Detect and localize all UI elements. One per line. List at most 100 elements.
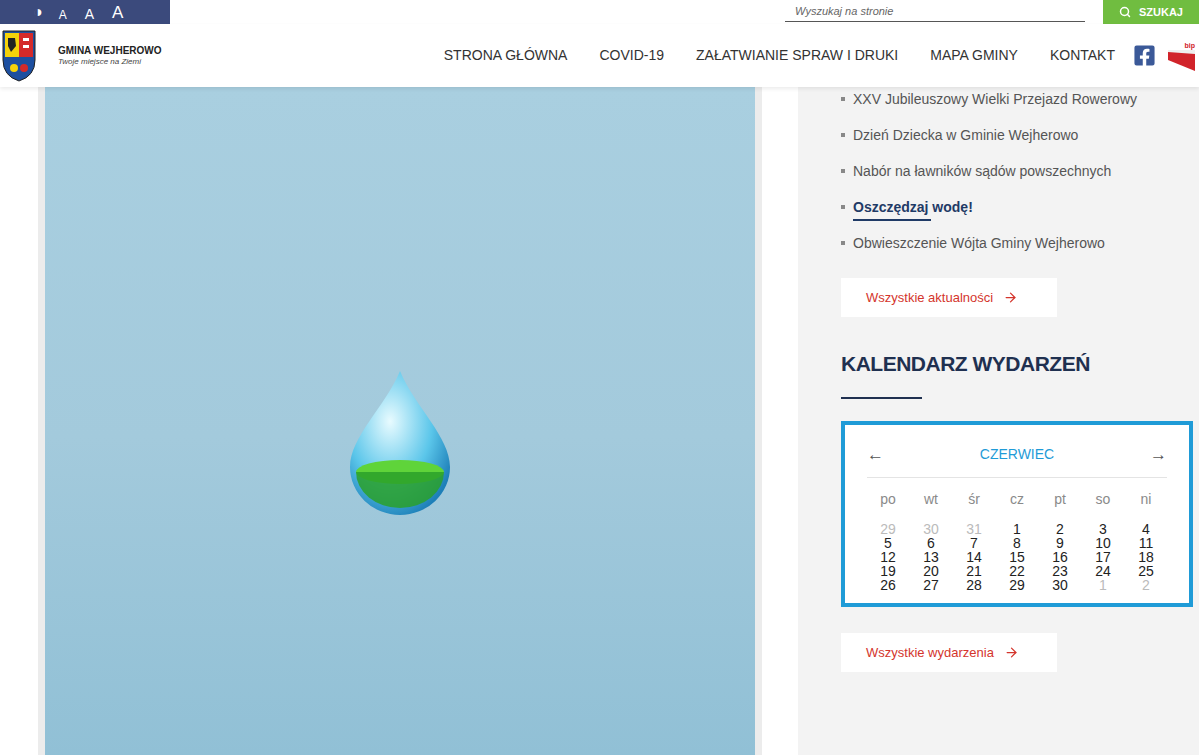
page: ◑AAAWyszukaj na stronieSZUKAJGMINA WEJHE… (0, 0, 1199, 755)
calendar-day[interactable]: 20 (910, 564, 953, 578)
water-drop-icon (345, 367, 455, 517)
nav-item[interactable]: MAPA GMINY (930, 45, 1018, 66)
calendar-day[interactable]: 30 (910, 522, 953, 536)
calendar-day[interactable]: 5 (867, 536, 910, 550)
weekday: pt (1039, 491, 1082, 507)
weekday: śr (953, 491, 996, 507)
calendar-day[interactable]: 28 (953, 578, 996, 592)
font-size-button[interactable]: A (85, 7, 94, 21)
top-bar: ◑ A A A Wyszukaj na stronie SZUKAJ (0, 0, 1199, 24)
weekday: po (867, 491, 910, 507)
calendar-day[interactable]: 1 (996, 522, 1039, 536)
calendar-day[interactable]: 18 (1125, 550, 1168, 564)
calendar-day[interactable]: 8 (996, 536, 1039, 550)
calendar-day[interactable]: 10 (1082, 536, 1125, 550)
arrow-right-icon (1003, 290, 1018, 305)
arrow-right-icon (1004, 645, 1019, 660)
calendar-day[interactable]: 30 (1039, 578, 1082, 592)
calendar-day[interactable]: 4 (1125, 522, 1168, 536)
news-item[interactable]: Oszczędzaj wodę! (841, 189, 1193, 225)
calendar-day[interactable]: 7 (953, 536, 996, 550)
nav-item[interactable]: STRONA GŁÓWNA (444, 45, 568, 66)
calendar-day[interactable]: 1 (1082, 578, 1125, 592)
header: GMINA WEJHEROWOTwoje miejsce na Ziemi STR… (0, 24, 1199, 87)
crest-icon (2, 30, 36, 82)
news-item[interactable]: Obwieszczenie Wójta Gminy Wejherowo (841, 225, 1193, 261)
content: XXV Jubileuszowy Wielki Przejazd Rowerow… (0, 87, 1199, 755)
main-nav: STRONA GŁÓWNA COVID-19 ZAŁATWIANIE SPRAW I… (444, 45, 1115, 66)
search-button[interactable]: SZUKAJ (1103, 0, 1199, 24)
sidebar: XXV Jubileuszowy Wielki Przejazd Rowerow… (798, 87, 1199, 755)
active-underline (853, 219, 931, 221)
calendar-day[interactable]: 16 (1039, 550, 1082, 564)
calendar: ←CZERWIEC→powtśrczptsoni2930311234567891… (841, 421, 1193, 607)
weekday: wt (910, 491, 953, 507)
calendar-day[interactable]: 12 (867, 550, 910, 564)
week-row: 2930311234 (867, 522, 1168, 536)
weekday: so (1082, 491, 1125, 507)
logo[interactable]: GMINA WEJHEROWOTwoje miejsce na Ziemi (0, 30, 162, 82)
facebook-icon[interactable] (1133, 44, 1156, 67)
calendar-separator (867, 477, 1167, 478)
logo-subtitle: Twoje miejsce na Ziemi (58, 57, 162, 67)
calendar-day[interactable]: 26 (867, 578, 910, 592)
next-month-button[interactable]: → (1150, 446, 1167, 463)
week-row: 567891011 (867, 536, 1168, 550)
bullet-icon (841, 241, 845, 245)
main-column (0, 87, 798, 755)
calendar-day[interactable]: 25 (1125, 564, 1168, 578)
prev-month-button[interactable]: ← (867, 446, 884, 463)
calendar-day[interactable]: 2 (1125, 578, 1168, 592)
calendar-grid: powtśrczptsoni29303112345678910111213141… (867, 491, 1168, 592)
font-size-group: AAA (59, 4, 124, 21)
news-item[interactable]: Dzień Dziecka w Gminie Wejherowo (841, 117, 1193, 153)
calendar-day[interactable]: 2 (1039, 522, 1082, 536)
news-list: XXV Jubileuszowy Wielki Przejazd Rowerow… (841, 81, 1193, 261)
weekday: cz (996, 491, 1039, 507)
calendar-header: ←CZERWIEC→ (845, 443, 1189, 465)
calendar-day[interactable]: 22 (996, 564, 1039, 578)
accessibility-bar: ◑ A A A (0, 0, 170, 24)
news-item[interactable]: Nabór na ławników sądów powszechnych (841, 153, 1193, 189)
bullet-icon (841, 169, 845, 173)
nav-item[interactable]: KONTAKT (1050, 45, 1115, 66)
search-icon (1119, 6, 1131, 18)
calendar-day[interactable]: 29 (867, 522, 910, 536)
logo-title: GMINA WEJHEROWO (58, 44, 162, 57)
calendar-day[interactable]: 24 (1082, 564, 1125, 578)
bullet-icon (841, 205, 845, 209)
calendar-day[interactable]: 17 (1082, 550, 1125, 564)
calendar-heading: KALENDARZ WYDARZEŃ (841, 351, 1193, 377)
bip-flag-icon (1168, 50, 1195, 71)
calendar-day[interactable]: 15 (996, 550, 1039, 564)
bip-icon[interactable]: bip (1168, 41, 1195, 71)
calendar-day[interactable]: 29 (996, 578, 1039, 592)
calendar-day[interactable]: 27 (910, 578, 953, 592)
calendar-day[interactable]: 9 (1039, 536, 1082, 550)
contrast-button[interactable]: ◑ (33, 4, 43, 20)
calendar-day[interactable]: 3 (1082, 522, 1125, 536)
calendar-day[interactable]: 31 (953, 522, 996, 536)
nav-item[interactable]: ZAŁATWIANIE SPRAW I DRUKI (696, 45, 898, 66)
calendar-day[interactable]: 14 (953, 550, 996, 564)
article-image-frame (38, 87, 762, 755)
weekday-row: powtśrczptsoni (867, 491, 1168, 507)
calendar-day[interactable]: 21 (953, 564, 996, 578)
font-size-button[interactable]: A (112, 4, 123, 21)
calendar-day[interactable]: 6 (910, 536, 953, 550)
all-events-button[interactable]: Wszystkie wydarzenia (841, 633, 1057, 672)
search-field[interactable]: Wyszukaj na stronie (785, 2, 1085, 22)
week-row: 19202122232425 (867, 564, 1168, 578)
calendar-day[interactable]: 11 (1125, 536, 1168, 550)
week-row: 12131415161718 (867, 550, 1168, 564)
calendar-day[interactable]: 13 (910, 550, 953, 564)
font-size-button[interactable]: A (59, 9, 67, 21)
calendar-day[interactable]: 23 (1039, 564, 1082, 578)
bullet-icon (841, 133, 845, 137)
nav-item[interactable]: COVID-19 (599, 45, 664, 66)
all-news-button[interactable]: Wszystkie aktualności (841, 278, 1057, 317)
bullet-icon (841, 97, 845, 101)
calendar-day[interactable]: 19 (867, 564, 910, 578)
article-image (45, 87, 755, 755)
weekday: ni (1125, 491, 1168, 507)
